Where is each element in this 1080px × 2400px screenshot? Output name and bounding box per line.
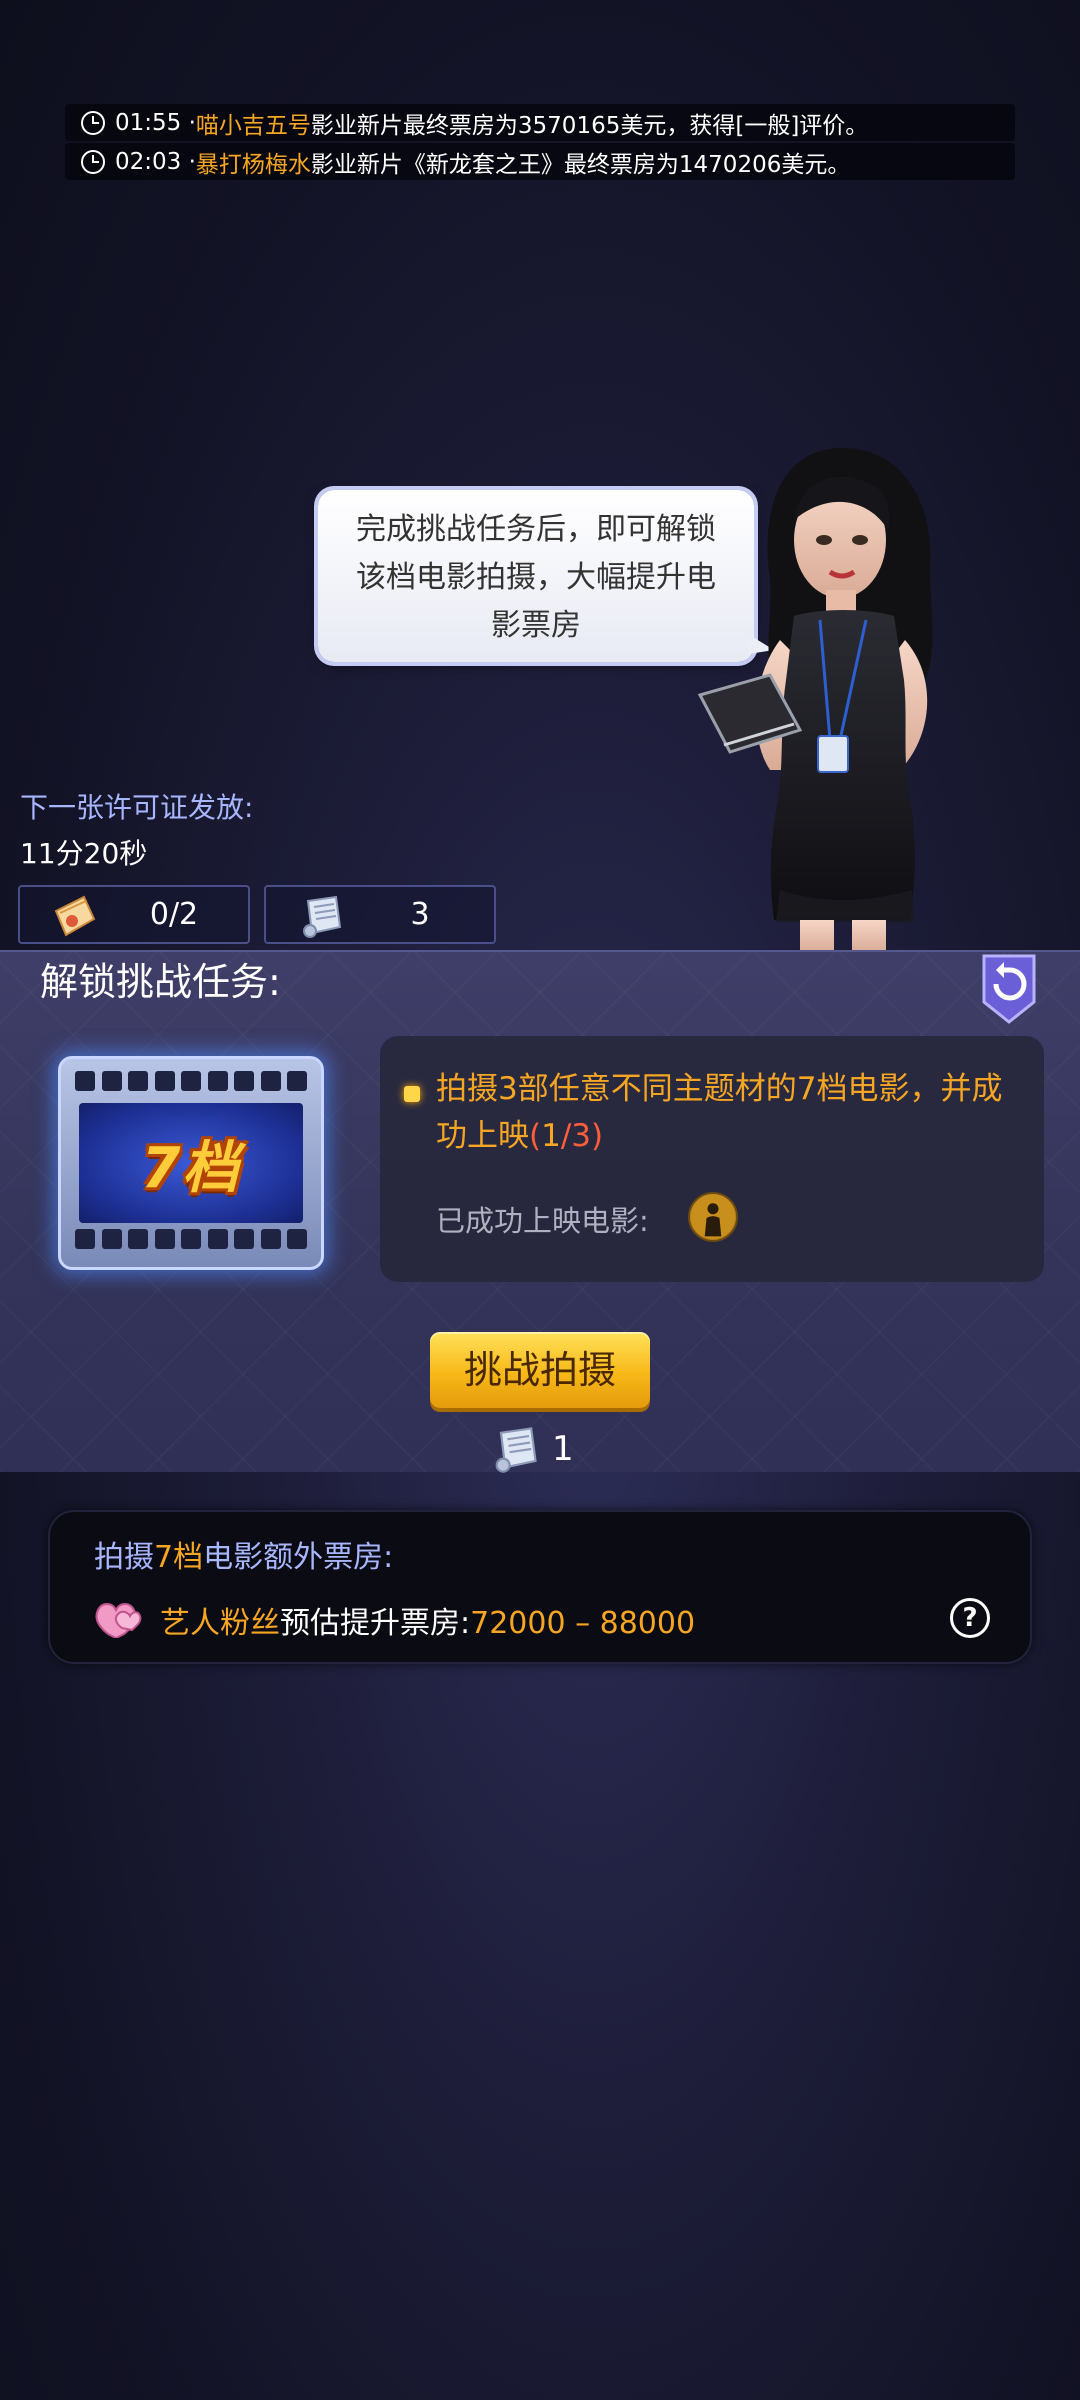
- ticker-text: 影业新片最终票房为3570165美元，获得[一般]评价。: [310, 112, 869, 139]
- back-icon[interactable]: [980, 952, 1038, 1026]
- clock-icon: [81, 149, 105, 174]
- help-icon[interactable]: ?: [950, 1598, 990, 1638]
- challenge-shoot-button[interactable]: 挑战拍摄: [430, 1332, 650, 1408]
- scroll-icon: [495, 1427, 537, 1473]
- scroll-counter[interactable]: 3: [264, 885, 496, 944]
- task-progress: (1/3): [529, 1118, 604, 1154]
- scroll-icon: [303, 895, 342, 938]
- film-strip-holes: [75, 1229, 307, 1255]
- movie-tier-card: 7档: [58, 1056, 324, 1270]
- permit-ticket-icon: [54, 895, 96, 937]
- ticker-text: 影业新片《新龙套之王》最终票房为1470206美元。: [310, 151, 851, 178]
- license-timer-value: 11分20秒: [20, 837, 148, 870]
- ticker-time: 01:55 ·: [115, 109, 196, 136]
- task-description-box: 拍摄3部任意不同主题材的7档电影，并成功上映(1/3) 已成功上映电影:: [380, 1036, 1044, 1282]
- heart-icon: [95, 1603, 142, 1638]
- extra-box-office-panel: 拍摄7档电影额外票房: 艺人粉丝预估提升票房:72000 – 88000 ?: [48, 1510, 1032, 1664]
- news-ticker-item: 02:03 · 暴打杨梅水 影业新片《新龙套之王》最终票房为1470206美元。: [65, 143, 1015, 180]
- clock-icon: [81, 110, 105, 135]
- permit-counter[interactable]: 0/2: [18, 885, 250, 944]
- challenge-cost-value: 1: [552, 1429, 574, 1469]
- task-bullet: [404, 1086, 420, 1102]
- ticker-time: 02:03 ·: [115, 148, 196, 175]
- extra-box-office-estimate: 艺人粉丝预估提升票房:72000 – 88000: [160, 1606, 696, 1641]
- license-timer-label: 下一张许可证发放:: [20, 791, 254, 824]
- news-ticker-item: 01:55 · 喵小吉五号 影业新片最终票房为3570165美元，获得[一般]评…: [65, 104, 1015, 141]
- extra-box-office-title: 拍摄7档电影额外票房:: [94, 1540, 394, 1575]
- ticker-studio-name: 喵小吉五号: [195, 112, 311, 139]
- released-movies-label: 已成功上映电影:: [436, 1204, 649, 1238]
- film-strip-holes: [75, 1071, 307, 1097]
- challenge-cost: 1: [486, 1422, 574, 1476]
- scroll-count: 3: [410, 897, 430, 932]
- task-text: 拍摄3部任意不同主题材的7档电影，并成功上映(1/3): [436, 1071, 1003, 1154]
- ticker-studio-name: 暴打杨梅水: [195, 151, 311, 178]
- challenge-title: 解锁挑战任务:: [40, 960, 281, 1004]
- released-movie-avatar[interactable]: [688, 1192, 738, 1242]
- hint-speech-bubble: 完成挑战任务后，即可解锁该档电影拍摄，大幅提升电影票房: [318, 490, 774, 662]
- permit-count: 0/2: [149, 897, 199, 932]
- challenge-panel: 解锁挑战任务: 7档 拍摄3部任意不同主题材的7档电影，并成功上映(1/3) 已…: [0, 950, 1080, 1473]
- film-screen: 7档: [79, 1103, 303, 1223]
- assistant-character: [697, 447, 933, 952]
- movie-tier-label: 7档: [141, 1135, 241, 1201]
- hint-text: 完成挑战任务后，即可解锁该档电影拍摄，大幅提升电影票房: [356, 512, 716, 643]
